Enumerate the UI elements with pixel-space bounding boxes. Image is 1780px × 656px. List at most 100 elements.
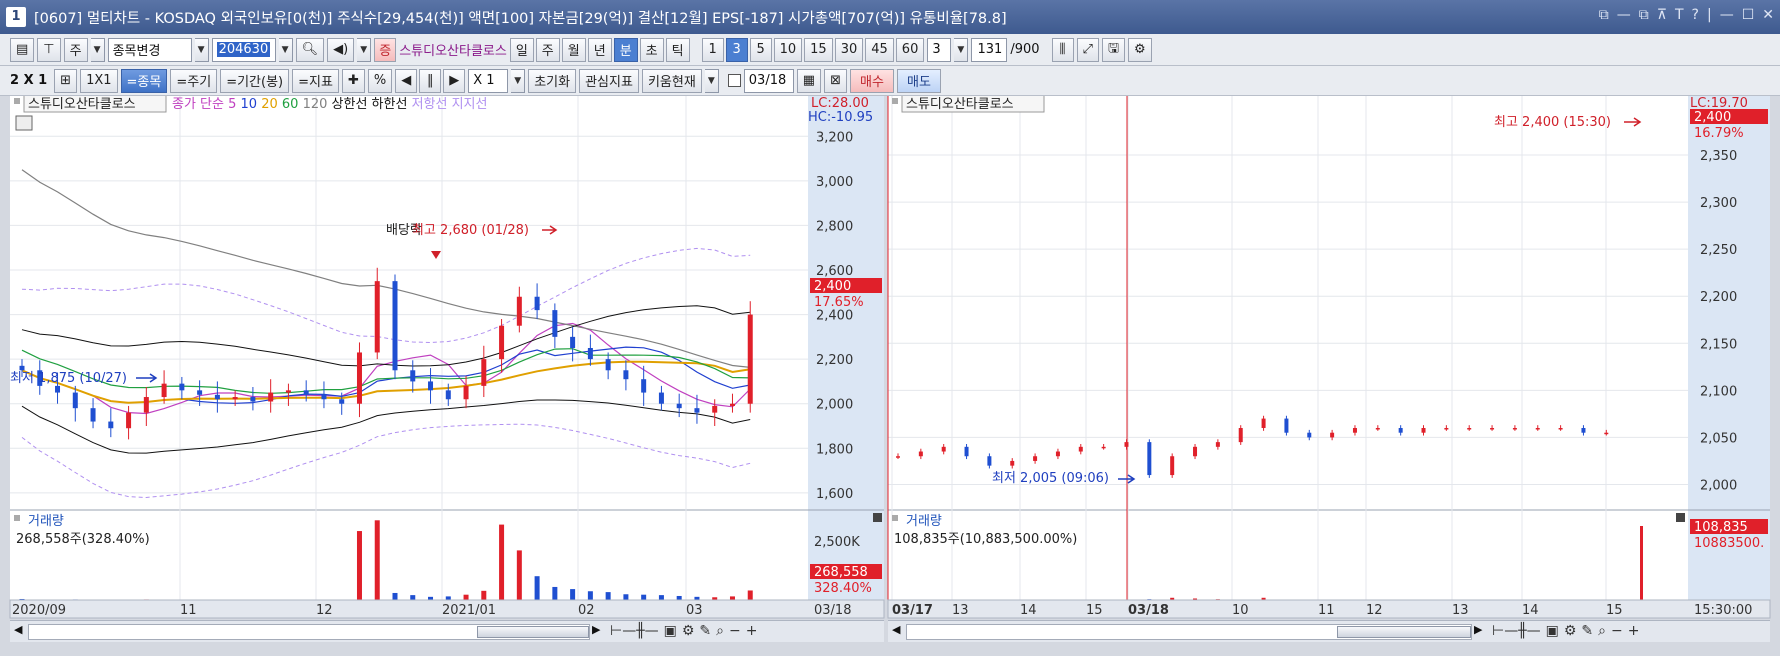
minus-icon[interactable]: −: [729, 623, 741, 639]
close-icon[interactable]: [1676, 513, 1685, 522]
search-icon[interactable]: ⌕: [1598, 623, 1606, 639]
scroll-left-icon[interactable]: ◀: [892, 623, 900, 636]
window-button-5[interactable]: ?: [1692, 7, 1699, 23]
gear-icon[interactable]: ⚙: [682, 623, 695, 639]
settings-tab-3[interactable]: =지표: [292, 68, 339, 93]
window-button-4[interactable]: T: [1675, 7, 1684, 23]
drawing-icon[interactable]: ✎: [1581, 623, 1593, 639]
table-icon[interactable]: [15, 115, 33, 131]
speaker-icon[interactable]: ◀︎): [327, 37, 355, 62]
left-scroll-bar[interactable]: ◀ ▶ ⊢—╫— ▣ ⚙ ✎ ⌕ − +: [10, 620, 884, 642]
chevron-down-icon[interactable]: ▼: [357, 37, 372, 62]
settings-tab-1[interactable]: =주기: [170, 68, 218, 93]
percent-icon[interactable]: %: [367, 68, 393, 93]
scroll-right-icon[interactable]: ▶: [592, 623, 600, 636]
minute-button-3[interactable]: 3: [725, 37, 748, 62]
period-button-틱[interactable]: 틱: [665, 37, 690, 62]
period-button-주[interactable]: 주: [535, 37, 560, 62]
window-button-7[interactable]: —: [1720, 7, 1734, 23]
kiwoom-current-button[interactable]: 키움현재: [641, 68, 702, 93]
stock-code-input[interactable]: 204630: [211, 37, 276, 62]
playback-button-2[interactable]: ▶: [443, 68, 466, 93]
crosshair-icon[interactable]: ✚: [341, 68, 365, 93]
minute-button-30[interactable]: 30: [834, 37, 864, 62]
date-input[interactable]: 03/18: [743, 68, 794, 93]
sell-button[interactable]: 매도: [896, 68, 941, 93]
chevron-down-icon[interactable]: ▼: [954, 37, 969, 62]
layout-1x1-button[interactable]: 1X1: [80, 68, 118, 93]
plus-icon[interactable]: +: [746, 623, 758, 639]
left-scroll-track[interactable]: [28, 624, 590, 640]
collapse-icon[interactable]: [14, 515, 20, 521]
date-checkbox[interactable]: [727, 74, 741, 87]
collapse-icon[interactable]: [14, 98, 20, 104]
screenshot-icon[interactable]: ▣: [664, 623, 677, 639]
reset-button[interactable]: 초기화: [528, 68, 577, 93]
playback-button-1[interactable]: ‖: [419, 68, 442, 93]
window-button-6[interactable]: |: [1707, 7, 1712, 23]
collapse-icon[interactable]: [892, 515, 898, 521]
left-scroll-thumb[interactable]: [477, 626, 589, 638]
window-button-0[interactable]: ⧉: [1599, 7, 1609, 23]
interest-indicator-button[interactable]: 관심지표: [579, 68, 639, 93]
close-icon[interactable]: [873, 513, 882, 522]
pin-icon[interactable]: ⊤: [37, 37, 61, 62]
calendar-icon[interactable]: ▦: [796, 68, 822, 93]
stock-change-select[interactable]: 종목변경: [107, 37, 192, 62]
chevron-down-icon[interactable]: ▼: [511, 68, 526, 93]
chevron-down-icon[interactable]: ▼: [90, 37, 105, 62]
minus-icon[interactable]: −: [1611, 623, 1623, 639]
grid-icon[interactable]: ⊞: [54, 68, 78, 93]
settings-tab-2[interactable]: =기간(봉): [220, 68, 290, 93]
right-chart-panel[interactable]: 2,350 2,300 2,250 2,200 2,150 2,100 2,050 2,000…: [887, 96, 1771, 619]
chevron-down-icon[interactable]: ▼: [194, 37, 209, 62]
minute-button-1[interactable]: 1: [701, 37, 724, 62]
right-scroll-bar[interactable]: ◀ ▶ ⊢—╫— ▣ ⚙ ✎ ⌕ − +: [888, 620, 1770, 642]
minute-value-input[interactable]: 3: [927, 37, 952, 62]
period-button-분[interactable]: 분: [613, 37, 638, 62]
period-button-일[interactable]: 일: [509, 37, 534, 62]
gear-icon[interactable]: ⚙: [1564, 623, 1577, 639]
period-button-년[interactable]: 년: [587, 37, 612, 62]
playback-button-0[interactable]: ◀: [395, 68, 418, 93]
settings-tab-0[interactable]: =종목: [120, 68, 168, 93]
minute-button-45[interactable]: 45: [865, 37, 894, 62]
zoom-slider-icon[interactable]: ⊢—╫—: [610, 623, 659, 639]
count-input[interactable]: 131: [971, 37, 1008, 62]
chevron-down-icon[interactable]: ▼: [704, 68, 719, 93]
zoom-select[interactable]: X 1: [468, 68, 509, 93]
right-scroll-thumb[interactable]: [1337, 626, 1471, 638]
save-icon[interactable]: 🖫: [1101, 37, 1126, 62]
search-icon[interactable]: ⌕: [716, 623, 724, 639]
drawing-icon[interactable]: ✎: [699, 623, 711, 639]
window-button-2[interactable]: ⧉: [1639, 7, 1649, 23]
window-button-3[interactable]: ⊼: [1657, 7, 1667, 23]
window-button-1[interactable]: —: [1617, 7, 1631, 23]
zoom-slider-icon[interactable]: ⊢—╫—: [1492, 623, 1541, 639]
collapse-icon[interactable]: [892, 98, 898, 104]
minute-button-5[interactable]: 5: [749, 37, 772, 62]
scroll-left-icon[interactable]: ◀: [14, 623, 22, 636]
scroll-right-icon[interactable]: ▶: [1474, 623, 1482, 636]
drawing-icon[interactable]: ⊠: [824, 68, 847, 93]
period-type-select[interactable]: 주: [63, 37, 88, 62]
candle-type-icon[interactable]: ⫼: [1051, 37, 1074, 62]
plus-icon[interactable]: +: [1628, 623, 1640, 639]
buy-button[interactable]: 매수: [849, 68, 894, 93]
period-button-초[interactable]: 초: [639, 37, 664, 62]
chevron-down-icon[interactable]: ▼: [278, 37, 293, 62]
period-button-월[interactable]: 월: [561, 37, 586, 62]
window-button-9[interactable]: ✕: [1762, 7, 1774, 23]
stock-name[interactable]: 스튜디오산타클로스: [399, 40, 507, 59]
screenshot-icon[interactable]: ▣: [1546, 623, 1559, 639]
tool-icon[interactable]: ⤢: [1076, 37, 1099, 62]
gear-icon[interactable]: ⚙: [1128, 37, 1152, 62]
window-button-8[interactable]: ☐: [1742, 7, 1755, 23]
minute-button-60[interactable]: 60: [895, 37, 925, 62]
left-chart-panel[interactable]: 3,2003,0002,8002,6002,4002,2002,0001,800…: [9, 96, 885, 619]
minute-button-10[interactable]: 10: [773, 37, 803, 62]
right-scroll-track[interactable]: [906, 624, 1472, 640]
minute-button-15[interactable]: 15: [804, 37, 833, 62]
chart-area[interactable]: 3,2003,0002,8002,6002,4002,2002,0001,800…: [0, 96, 1780, 656]
layout-icon[interactable]: ▤: [10, 37, 35, 62]
